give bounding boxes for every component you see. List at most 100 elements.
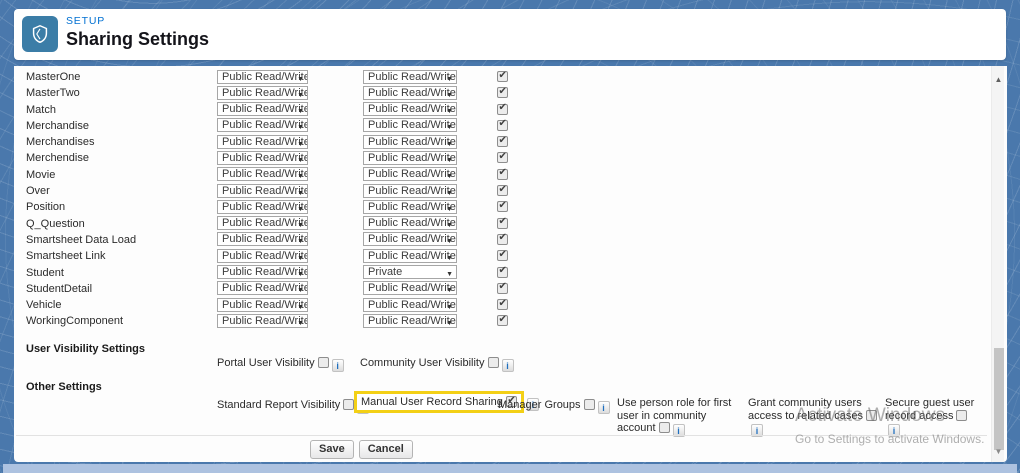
default-internal-access-select[interactable]: Public Read/Write▼ xyxy=(217,184,308,198)
grant-access-hierarchies-checkbox[interactable] xyxy=(497,201,508,212)
selected-option-label: Public Read/Write xyxy=(368,315,456,328)
divider xyxy=(16,435,987,436)
save-button[interactable]: Save xyxy=(310,440,354,459)
default-external-access-select[interactable]: Public Read/Write▼ xyxy=(363,232,457,246)
default-external-access-select[interactable]: Public Read/Write▼ xyxy=(363,249,457,263)
grant-community-checkbox[interactable] xyxy=(866,410,877,421)
default-external-access-select[interactable]: Public Read/Write▼ xyxy=(363,167,457,181)
default-external-access-select[interactable]: Public Read/Write▼ xyxy=(363,200,457,214)
default-external-access-select[interactable]: Public Read/Write▼ xyxy=(363,102,457,116)
grant-access-hierarchies-checkbox[interactable] xyxy=(497,169,508,180)
setting-person-role: Use person role for first user in commun… xyxy=(617,397,735,437)
default-internal-access-select[interactable]: Public Read/Write▼ xyxy=(217,86,308,100)
table-row: Smartsheet LinkPublic Read/Write▼Public … xyxy=(14,248,987,264)
default-internal-access-select[interactable]: Public Read/Write▼ xyxy=(217,265,308,279)
dropdown-arrow-icon: ▼ xyxy=(297,155,304,165)
table-row: PositionPublic Read/Write▼Public Read/Wr… xyxy=(14,199,987,215)
dropdown-arrow-icon: ▼ xyxy=(297,236,304,246)
grant-access-hierarchies-checkbox[interactable] xyxy=(497,283,508,294)
cancel-button[interactable]: Cancel xyxy=(359,440,413,459)
dropdown-arrow-icon: ▼ xyxy=(446,188,453,198)
scroll-up-icon[interactable]: ▲ xyxy=(992,75,1005,84)
info-icon[interactable]: i xyxy=(598,401,610,414)
selected-option-label: Public Read/Write xyxy=(222,71,308,84)
portal-checkbox[interactable] xyxy=(318,357,329,368)
default-external-access-select[interactable]: Public Read/Write▼ xyxy=(363,135,457,149)
grant-access-hierarchies-checkbox[interactable] xyxy=(497,71,508,82)
grant-access-hierarchies-checkbox[interactable] xyxy=(497,234,508,245)
setting-standard-report: Standard Report Visibilityi xyxy=(217,399,369,414)
default-external-access-select[interactable]: Public Read/Write▼ xyxy=(363,118,457,132)
dropdown-arrow-icon: ▼ xyxy=(297,74,304,84)
grant-access-hierarchies-checkbox[interactable] xyxy=(497,87,508,98)
grant-access-hierarchies-checkbox[interactable] xyxy=(497,136,508,147)
grant-access-hierarchies-checkbox[interactable] xyxy=(497,152,508,163)
person-role-checkbox[interactable] xyxy=(659,422,670,433)
selected-option-label: Public Read/Write xyxy=(222,282,308,295)
manager-groups-checkbox[interactable] xyxy=(584,399,595,410)
other-settings-heading: Other Settings xyxy=(26,381,102,393)
setting-label: Portal User Visibility xyxy=(217,357,315,369)
default-external-access-select[interactable]: Public Read/Write▼ xyxy=(363,298,457,312)
default-internal-access-select[interactable]: Public Read/Write▼ xyxy=(217,216,308,230)
table-row: MatchPublic Read/Write▼Public Read/Write… xyxy=(14,102,987,118)
default-external-access-select[interactable]: Private▼ xyxy=(363,265,457,279)
grant-access-hierarchies-checkbox[interactable] xyxy=(497,218,508,229)
default-external-access-select[interactable]: Public Read/Write▼ xyxy=(363,86,457,100)
dropdown-arrow-icon: ▼ xyxy=(446,269,453,279)
default-internal-access-select[interactable]: Public Read/Write▼ xyxy=(217,151,308,165)
default-external-access-select[interactable]: Public Read/Write▼ xyxy=(363,281,457,295)
selected-option-label: Public Read/Write xyxy=(368,136,456,149)
standard-report-checkbox[interactable] xyxy=(343,399,354,410)
grant-access-hierarchies-checkbox[interactable] xyxy=(497,299,508,310)
community-checkbox[interactable] xyxy=(488,357,499,368)
grant-access-hierarchies-checkbox[interactable] xyxy=(497,267,508,278)
info-icon[interactable]: i xyxy=(502,359,514,372)
default-external-access-select[interactable]: Public Read/Write▼ xyxy=(363,184,457,198)
default-external-access-select[interactable]: Public Read/Write▼ xyxy=(363,314,457,328)
setting-portal: Portal User Visibility i xyxy=(217,357,344,372)
default-internal-access-select[interactable]: Public Read/Write▼ xyxy=(217,249,308,263)
grant-access-hierarchies-checkbox[interactable] xyxy=(497,250,508,261)
sharing-settings-page: SETUP Sharing Settings MasterOnePublic R… xyxy=(0,0,1020,473)
info-icon[interactable]: i xyxy=(332,359,344,372)
selected-option-label: Public Read/Write xyxy=(368,168,456,181)
grant-access-hierarchies-checkbox[interactable] xyxy=(497,185,508,196)
selected-option-label: Public Read/Write xyxy=(222,266,308,279)
setting-community: Community User Visibilityi xyxy=(360,357,514,372)
grant-access-hierarchies-checkbox[interactable] xyxy=(497,315,508,326)
grant-access-hierarchies-checkbox[interactable] xyxy=(497,120,508,131)
table-row: MerchendisePublic Read/Write▼Public Read… xyxy=(14,150,987,166)
secure-guest-checkbox[interactable] xyxy=(956,410,967,421)
default-internal-access-select[interactable]: Public Read/Write▼ xyxy=(217,102,308,116)
default-internal-access-select[interactable]: Public Read/Write▼ xyxy=(217,200,308,214)
selected-option-label: Public Read/Write xyxy=(368,233,456,246)
object-sharing-table: MasterOnePublic Read/Write▼Public Read/W… xyxy=(14,69,987,330)
table-row: MasterTwo Public Read/Write▼ Public Read/W… xyxy=(14,85,987,101)
default-internal-access-select[interactable]: Public Read/Write▼ xyxy=(217,298,308,312)
default-external-access-select[interactable]: Public Read/Write▼ xyxy=(363,216,457,230)
dropdown-arrow-icon: ▼ xyxy=(297,122,304,132)
object-name-label: MasterOne xyxy=(26,71,80,83)
selected-option-label: Public Read/Write xyxy=(222,168,308,181)
default-internal-access-select[interactable]: Public Read/Write▼ xyxy=(217,232,308,246)
dropdown-arrow-icon: ▼ xyxy=(297,302,304,312)
object-name-label: Q_Question xyxy=(26,218,85,230)
default-external-access-select[interactable]: Public Read/Write▼ xyxy=(363,151,457,165)
object-name-label: MasterTwo xyxy=(26,87,80,99)
scroll-down-icon[interactable]: ▼ xyxy=(992,447,1005,456)
default-internal-access-select[interactable]: Public Read/Write▼ xyxy=(217,281,308,295)
default-internal-access-select[interactable]: Public Read/Write▼ xyxy=(217,135,308,149)
dropdown-arrow-icon: ▼ xyxy=(297,285,304,295)
object-name-label: StudentDetail xyxy=(26,283,92,295)
default-internal-access-select[interactable]: Public Read/Write▼ xyxy=(217,118,308,132)
grant-access-hierarchies-checkbox[interactable] xyxy=(497,104,508,115)
dropdown-arrow-icon: ▼ xyxy=(446,236,453,246)
default-external-access-select[interactable]: Public Read/Write▼ xyxy=(363,70,457,84)
vertical-scrollbar[interactable]: ▲ ▼ xyxy=(991,66,1004,462)
default-internal-access-select[interactable]: Public Read/Write▼ xyxy=(217,70,308,84)
scrollbar-thumb[interactable] xyxy=(994,348,1004,450)
default-internal-access-select[interactable]: Public Read/Write▼ xyxy=(217,167,308,181)
dropdown-arrow-icon: ▼ xyxy=(446,318,453,328)
default-internal-access-select[interactable]: Public Read/Write▼ xyxy=(217,314,308,328)
